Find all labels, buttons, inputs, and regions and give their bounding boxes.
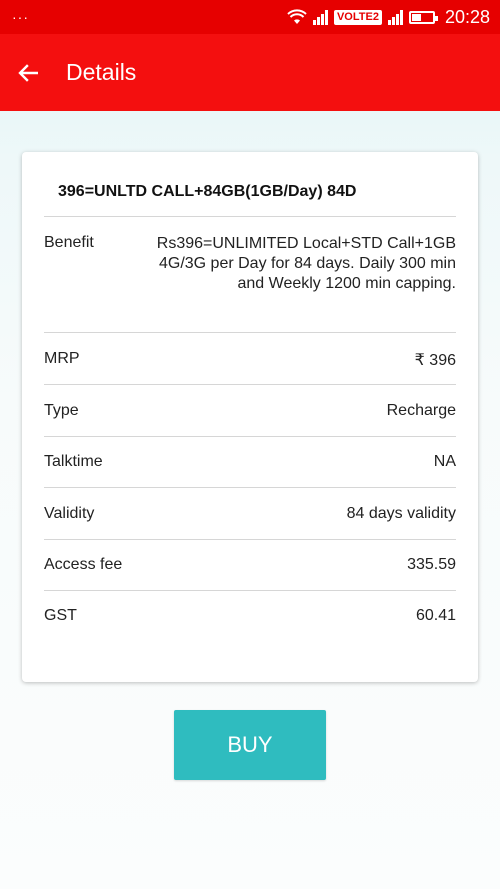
talktime-label: Talktime	[44, 453, 103, 470]
validity-label: Validity	[44, 505, 95, 522]
divider	[44, 384, 456, 385]
access-fee-value: 335.59	[407, 556, 456, 573]
clock: 20:28	[444, 6, 490, 27]
gst-value: 60.41	[415, 607, 456, 624]
mrp-value: ₹ 396	[414, 352, 456, 369]
talktime-value: NA	[433, 453, 456, 470]
buy-button[interactable]: BUY	[174, 710, 326, 780]
type-value: Recharge	[386, 402, 456, 419]
access-fee-label: Access fee	[44, 556, 123, 573]
divider	[44, 590, 456, 591]
arrow-left-icon	[18, 63, 38, 82]
app-toolbar: Details	[0, 34, 500, 111]
back-button[interactable]	[0, 45, 56, 101]
plan-name: 396=UNLTD CALL+84GB(1GB/Day) 84D	[58, 183, 357, 200]
battery-icon	[408, 10, 438, 24]
mrp-label: MRP	[44, 350, 80, 367]
plan-details-card: 396=UNLTD CALL+84GB(1GB/Day) 84D Benefit…	[22, 152, 478, 682]
divider	[44, 539, 456, 540]
signal-2-icon	[387, 9, 403, 25]
validity-value: 84 days validity	[346, 505, 456, 522]
volte-badge: VOLTE2	[333, 9, 382, 25]
divider	[44, 216, 456, 217]
type-label: Type	[44, 402, 79, 419]
benefit-label: Benefit	[44, 234, 94, 251]
page-title: Details	[66, 59, 137, 85]
benefit-value: Rs396=UNLIMITED Local+STD Call+1GB 4G/3G…	[156, 235, 456, 292]
divider	[44, 487, 456, 488]
signal-1-icon	[312, 9, 328, 25]
notification-dots-icon: ···	[12, 9, 29, 25]
wifi-icon	[287, 9, 307, 24]
divider	[44, 436, 456, 437]
status-icons: VOLTE2 20:28	[287, 7, 490, 28]
gst-label: GST	[44, 607, 77, 624]
status-bar: ··· VOLTE2 20:28	[0, 0, 500, 34]
divider	[44, 332, 456, 333]
